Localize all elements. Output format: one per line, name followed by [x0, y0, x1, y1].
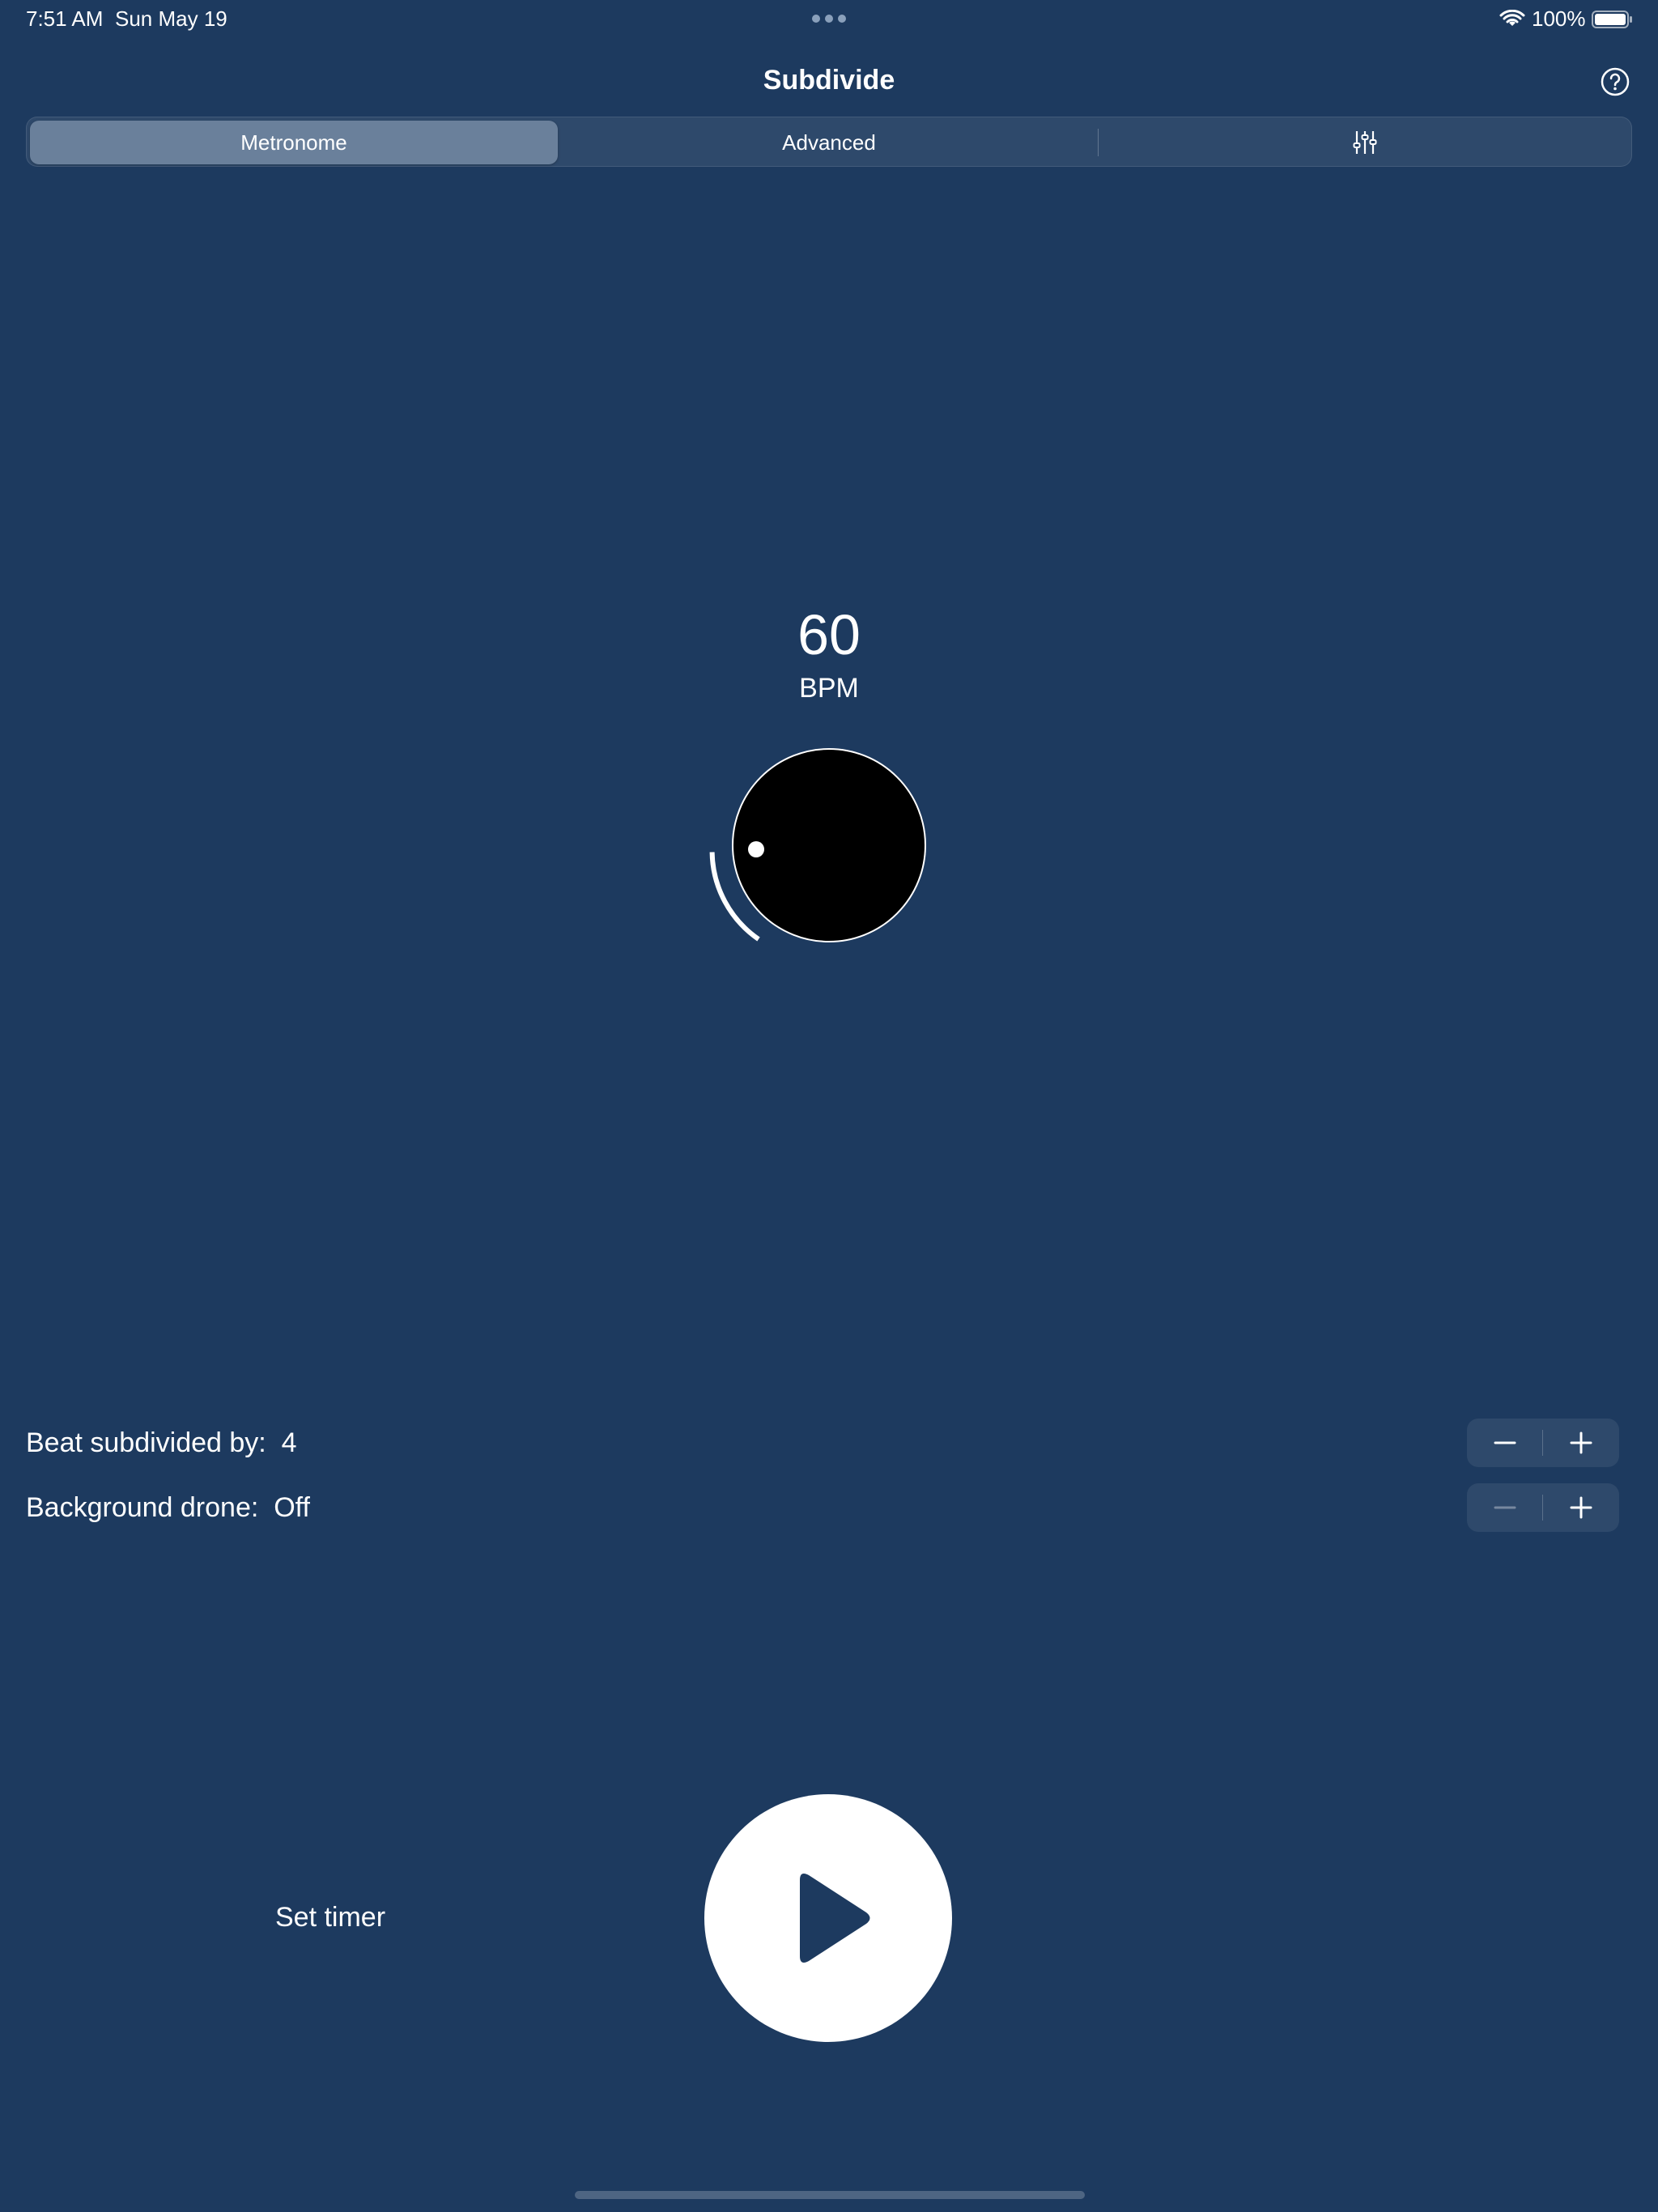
subdivision-increment-button[interactable]: [1543, 1419, 1619, 1467]
tab-metronome-label: Metronome: [240, 130, 347, 155]
more-dots-icon[interactable]: [810, 15, 848, 24]
tab-sliders[interactable]: [1100, 121, 1630, 164]
tab-metronome[interactable]: Metronome: [30, 121, 558, 164]
minus-icon: [1494, 1506, 1516, 1509]
drone-decrement-button[interactable]: [1467, 1483, 1543, 1532]
drone-value: Off: [274, 1492, 310, 1523]
subdivision-value: 4: [281, 1427, 297, 1458]
segment-divider: [1098, 129, 1099, 156]
plus-icon: [1570, 1496, 1592, 1519]
status-date: Sun May 19: [115, 6, 227, 31]
tab-advanced-label: Advanced: [782, 130, 876, 155]
battery-percent: 100%: [1532, 6, 1586, 31]
plus-icon: [1570, 1431, 1592, 1454]
subdivision-stepper: [1467, 1419, 1619, 1467]
drone-stepper: [1467, 1483, 1619, 1532]
bpm-unit: BPM: [799, 673, 859, 704]
status-time: 7:51 AM: [26, 6, 104, 31]
tab-advanced[interactable]: Advanced: [561, 121, 1097, 164]
drone-increment-button[interactable]: [1543, 1483, 1619, 1532]
battery-icon: [1592, 11, 1632, 28]
subdivision-decrement-button[interactable]: [1467, 1419, 1543, 1467]
tempo-knob-icon[interactable]: [696, 737, 939, 980]
play-icon: [800, 1874, 870, 1963]
subdivision-label: Beat subdivided by:: [26, 1427, 266, 1458]
wifi-icon: [1499, 10, 1525, 26]
drone-row: Background drone: Off: [26, 1491, 310, 1524]
play-button[interactable]: [704, 1794, 952, 2042]
mode-segmented-control: Metronome Advanced: [26, 117, 1632, 167]
bpm-value: 60: [797, 603, 861, 666]
set-timer-button[interactable]: Set timer: [275, 1901, 385, 1933]
page-title: Subdivide: [763, 65, 895, 96]
tempo-knob-indicator: [748, 841, 764, 857]
minus-icon: [1494, 1441, 1516, 1444]
question-circle-icon[interactable]: [1600, 66, 1630, 97]
drone-label: Background drone:: [26, 1492, 259, 1523]
sliders-icon: [1353, 131, 1377, 154]
subdivision-row: Beat subdivided by: 4: [26, 1427, 297, 1459]
home-indicator: [575, 2191, 1085, 2199]
